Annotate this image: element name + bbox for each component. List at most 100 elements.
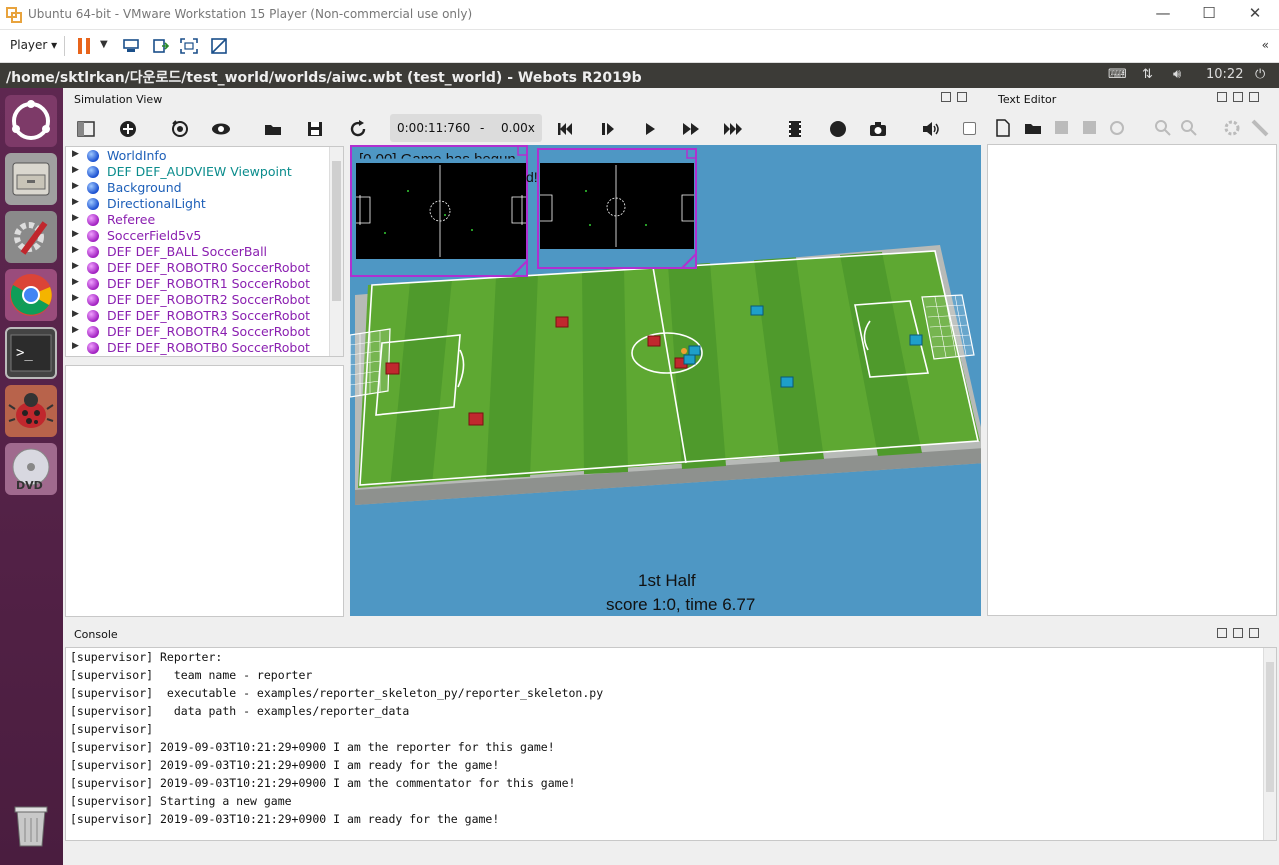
step-icon[interactable] [598, 119, 618, 139]
scene-tree-item[interactable]: ▶ SoccerField5v5 [66, 228, 330, 244]
dvd-icon[interactable]: DVD [5, 443, 57, 495]
close-icon[interactable]: ✕ [1245, 4, 1265, 22]
fast-icon[interactable] [681, 119, 701, 139]
ubuntu-dash-icon[interactable] [5, 95, 57, 147]
ubuntu-launcher: >_ DVD [0, 88, 63, 865]
scene-tree-item-label: DEF DEF_ROBOTR3 SoccerRobot [107, 308, 311, 323]
text-editor-title: Text Editor [998, 93, 1057, 106]
webots-window: Simulation View Text Editor 0:00:11:760 … [63, 88, 1279, 865]
maximize-panel-icon[interactable] [1233, 92, 1243, 102]
files-icon[interactable] [5, 153, 57, 205]
add-node-icon[interactable] [118, 119, 138, 139]
console-line: [supervisor] team name - reporter [70, 668, 313, 682]
expand-arrow-icon[interactable]: ▶ [72, 261, 79, 271]
chrome-icon[interactable] [5, 269, 57, 321]
scene-tree-item[interactable]: ▶ DirectionalLight [66, 196, 330, 212]
expand-arrow-icon[interactable]: ▶ [72, 309, 79, 319]
scene-tree-item[interactable]: ▶ DEF DEF_BALL SoccerBall [66, 244, 330, 260]
maximize-panel-icon[interactable] [1233, 628, 1243, 638]
expand-arrow-icon[interactable]: ▶ [72, 149, 79, 159]
expand-arrow-icon[interactable]: ▶ [72, 165, 79, 175]
keyboard-icon[interactable]: ⌨ [1108, 67, 1127, 82]
reset-viewpoint-icon[interactable] [170, 119, 190, 139]
scene-tree-item-label: Referee [107, 212, 156, 227]
pause-vm-icon[interactable] [78, 38, 92, 54]
scene-tree-item[interactable]: ▶ DEF DEF_ROBOTR4 SoccerRobot [66, 324, 330, 340]
expand-arrow-icon[interactable]: ▶ [72, 229, 79, 239]
scene-tree-item[interactable]: ▶ DEF DEF_ROBOTR3 SoccerRobot [66, 308, 330, 324]
float-icon[interactable] [941, 92, 951, 102]
reset-simulation-icon[interactable] [555, 119, 575, 139]
scene-tree-item[interactable]: ▶ Background [66, 180, 330, 196]
scene-tree-scrollbar[interactable] [329, 147, 343, 356]
console-output[interactable]: [supervisor] Reporter: [supervisor] team … [65, 647, 1277, 841]
trash-icon[interactable] [5, 800, 57, 852]
maximize-icon[interactable]: ☐ [1199, 4, 1219, 22]
console-scrollbar[interactable] [1263, 648, 1276, 840]
minimize-icon[interactable]: — [1153, 4, 1173, 22]
expand-arrow-icon[interactable]: ▶ [72, 293, 79, 303]
scene-tree-item-label: DEF DEF_BALL SoccerBall [107, 244, 268, 259]
clock[interactable]: 10:22 [1206, 67, 1243, 82]
expand-arrow-icon[interactable]: ▶ [72, 197, 79, 207]
node-type-icon [87, 246, 99, 258]
fastest-icon[interactable] [723, 119, 743, 139]
3d-view[interactable]: [0.00] Game has begun d! 1st Half score … [350, 145, 981, 616]
scene-tree-item[interactable]: ▶ DEF DEF_ROBOTB0 SoccerRobot [66, 340, 330, 356]
field-editor[interactable] [65, 365, 344, 617]
expand-arrow-icon[interactable]: ▶ [72, 181, 79, 191]
node-type-icon [87, 198, 99, 210]
expand-arrow-icon[interactable]: ▶ [72, 341, 79, 351]
scene-tree[interactable]: ▶ WorldInfo ▶ DEF DEF_AUDVIEW Viewpoint ▶ Bac… [65, 146, 344, 357]
reload-world-icon[interactable] [348, 119, 368, 139]
send-ctrl-alt-del-icon[interactable] [121, 37, 141, 55]
scene-tree-item-label: DEF DEF_ROBOTR0 SoccerRobot [107, 260, 311, 275]
float-icon[interactable] [1217, 628, 1227, 638]
player-menu[interactable]: Player ▾ [10, 38, 57, 52]
record-animation-icon[interactable] [828, 119, 848, 139]
scene-tree-item[interactable]: ▶ WorldInfo [66, 148, 330, 164]
view-icon[interactable] [211, 119, 231, 139]
mute-checkbox[interactable] [963, 122, 976, 135]
scene-tree-item-label: DEF DEF_ROBOTB0 SoccerRobot [107, 340, 310, 355]
unity-mode-icon[interactable] [209, 37, 229, 55]
scene-tree-item[interactable]: ▶ DEF DEF_AUDVIEW Viewpoint [66, 164, 330, 180]
camera-overlay-1 [350, 145, 528, 277]
expand-arrow-icon[interactable]: ▶ [72, 277, 79, 287]
hide-scene-tree-icon[interactable] [76, 119, 96, 139]
expand-arrow-icon[interactable]: ▶ [72, 325, 79, 335]
scene-tree-item[interactable]: ▶ Referee [66, 212, 330, 228]
node-type-icon [87, 310, 99, 322]
collapse-toolbar-icon[interactable]: « [1262, 38, 1269, 52]
open-world-icon[interactable] [263, 119, 283, 139]
volume-icon[interactable]: 🔊︎ [1173, 67, 1181, 82]
scene-tree-item[interactable]: ▶ DEF DEF_ROBOTR0 SoccerRobot [66, 260, 330, 276]
chevron-down-icon[interactable]: ▼ [100, 39, 108, 50]
expand-arrow-icon[interactable]: ▶ [72, 245, 79, 255]
fullscreen-icon[interactable] [179, 37, 199, 55]
save-world-icon[interactable] [305, 119, 325, 139]
scene-tree-item-label: Background [107, 180, 182, 195]
vmware-window-title: Ubuntu 64-bit - VMware Workstation 15 Pl… [28, 7, 473, 21]
webots-icon[interactable] [5, 385, 57, 437]
run-icon[interactable] [640, 119, 660, 139]
expand-arrow-icon[interactable]: ▶ [72, 213, 79, 223]
console-title: Console [74, 628, 118, 641]
node-type-icon [87, 278, 99, 290]
scene-tree-item-label: DirectionalLight [107, 196, 206, 211]
sound-icon[interactable] [921, 119, 941, 139]
removable-devices-icon[interactable] [151, 37, 171, 55]
screenshot-icon[interactable] [868, 119, 888, 139]
scene-tree-item[interactable]: ▶ DEF DEF_ROBOTR2 SoccerRobot [66, 292, 330, 308]
text-editor-area[interactable] [987, 144, 1277, 616]
power-icon[interactable]: ⏻ [1255, 67, 1265, 82]
record-movie-icon[interactable] [785, 119, 805, 139]
close-panel-icon[interactable] [957, 92, 967, 102]
system-settings-icon[interactable] [5, 211, 57, 263]
scene-tree-item[interactable]: ▶ DEF DEF_ROBOTR1 SoccerRobot [66, 276, 330, 292]
float-icon[interactable] [1217, 92, 1227, 102]
network-icon[interactable]: ⇅ [1142, 67, 1153, 82]
terminal-icon[interactable]: >_ [5, 327, 57, 379]
close-panel-icon[interactable] [1249, 92, 1259, 102]
close-panel-icon[interactable] [1249, 628, 1259, 638]
